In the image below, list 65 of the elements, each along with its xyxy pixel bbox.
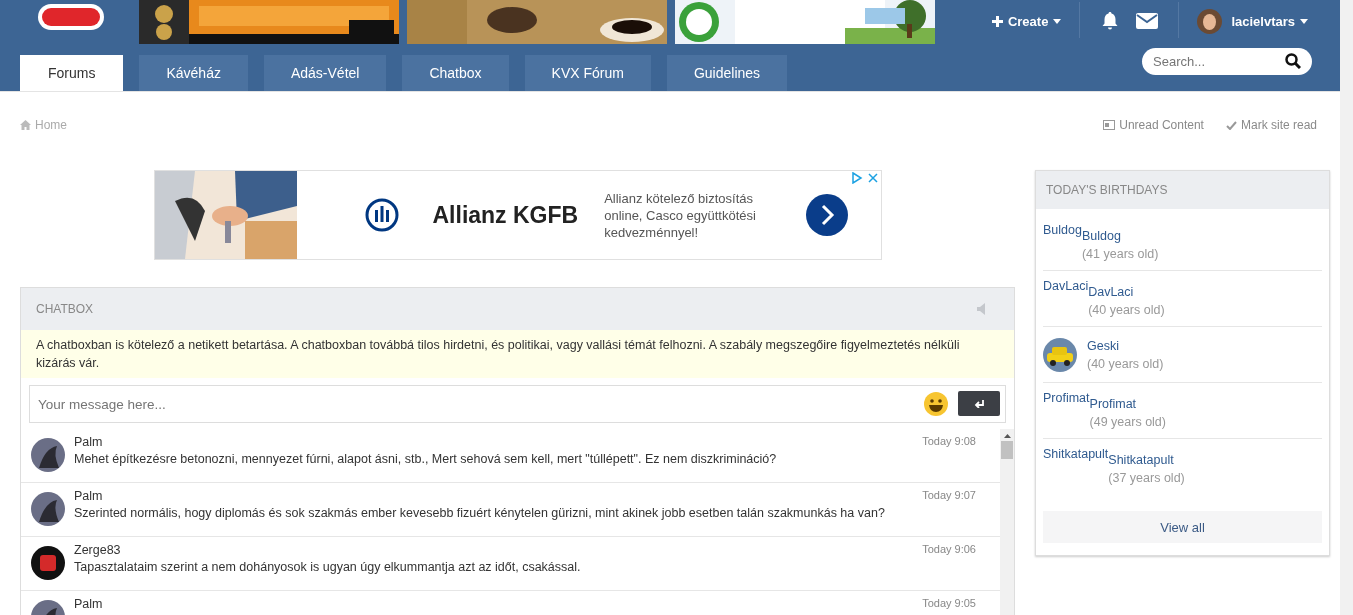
chat-message: Mehet építkezésre betonozni, mennyezet fúrni, alapot ásni, stb., Mert sehová sem kell, mert "túllépett". Ez nem diszkrimináció? — [74, 452, 778, 466]
birthday-username[interactable]: Profimat — [1089, 397, 1166, 411]
enter-icon — [974, 399, 984, 408]
age-text: (37 years old) — [1108, 471, 1185, 485]
ad-banner[interactable]: Allianz KGFB Allianz kötelező biztosítás online, Casco együttkötési kedvezménnyel! — [153, 170, 882, 260]
mark-read-link[interactable]: Mark site read — [1225, 118, 1317, 132]
nav-tab[interactable]: Guidelines — [666, 55, 788, 91]
allianz-logo-icon — [364, 198, 399, 232]
chat-message: Szerinted normális, hogy diplomás és sok szakmás ember kevesebb fizuért kénytelen gürizni, mint akinek jobb esetben talán szakmunkás ha van? — [74, 506, 886, 520]
search-icon[interactable] — [1285, 53, 1301, 69]
chat-username[interactable]: Palm — [74, 435, 103, 449]
nav-tab[interactable]: KVX Fórum — [524, 55, 651, 91]
avatar-icon[interactable] — [31, 546, 65, 580]
avatar-alt-text[interactable]: Profimat — [1043, 391, 1090, 405]
avatar-icon — [1197, 8, 1223, 34]
create-button[interactable]: Create — [985, 0, 1068, 42]
ad-text: Allianz kötelező biztosítás online, Casco együttkötési kedvezménnyel! — [604, 189, 757, 241]
avatar-icon[interactable] — [31, 438, 65, 472]
age-text: (41 years old) — [1081, 247, 1159, 261]
avatar-alt-text[interactable]: Buldog — [1043, 223, 1082, 237]
chat-username[interactable]: Palm — [74, 597, 103, 611]
car-avatar-icon[interactable] — [1043, 338, 1077, 372]
unread-content-link[interactable]: Unread Content — [1103, 118, 1204, 132]
nav-tab[interactable]: Kávéház — [139, 55, 248, 91]
chat-time: Today 9:05 — [922, 597, 977, 611]
age-text: (40 years old) — [1088, 303, 1165, 317]
birthday-username[interactable]: DavLaci — [1088, 285, 1165, 299]
birthday-username[interactable]: Buldog — [1081, 229, 1159, 243]
home-icon — [20, 120, 31, 130]
mail-icon[interactable] — [1136, 11, 1159, 31]
chat-time: Today 9:07 — [922, 489, 977, 503]
avatar-alt-text[interactable]: Shitkatapult — [1043, 447, 1109, 461]
caret-icon — [1053, 18, 1062, 24]
chat-message: Tapasztalataim szerint a nem dohányosok is ugyan úgy elkummantja azt az időt, csakással. — [74, 560, 582, 574]
search-field[interactable]: Search... — [1142, 48, 1312, 75]
checkmark-icon — [1225, 120, 1237, 130]
view-all-button[interactable]: View all — [1043, 511, 1322, 543]
plus-icon — [991, 15, 1003, 27]
chat-time: Today 9:08 — [922, 435, 977, 449]
ad-title: Allianz KGFB — [432, 201, 579, 229]
ad-choices-icon[interactable] — [850, 172, 879, 184]
birthday-username[interactable]: Shitkatapult — [1108, 453, 1185, 467]
birthday-username[interactable]: Geski — [1087, 339, 1164, 353]
age-text: (40 years old) — [1087, 357, 1164, 371]
scrollbar-thumb[interactable] — [1001, 441, 1013, 459]
nav-tab[interactable]: Adás-Vétel — [263, 55, 387, 91]
scrollbar[interactable] — [1000, 429, 1014, 615]
chatbox-notice: A chatboxban is kötelező a netikett betartása. A chatboxban továbbá tilos hirdetni, és politikai, vagy vallási témát felhozni. A szabály megszegőire figyelmeztetés nélküli kizárás vár. — [21, 330, 1014, 378]
avatar-icon[interactable] — [31, 492, 65, 526]
newspaper-icon — [1103, 120, 1116, 130]
birthdays-title: TODAY'S BIRTHDAYS — [1036, 171, 1329, 209]
user-menu[interactable]: lacielvtars — [1191, 0, 1314, 42]
avatar-alt-text[interactable]: DavLaci — [1043, 279, 1089, 293]
smiley-icon[interactable] — [924, 392, 948, 416]
caret-icon — [1300, 18, 1308, 24]
age-text: (49 years old) — [1089, 415, 1166, 429]
chat-username[interactable]: Zerge83 — [74, 543, 121, 557]
message-field[interactable]: Your message here... — [29, 385, 1006, 423]
chatbox-title: CHATBOX — [36, 302, 94, 316]
nav-tab[interactable]: Chatbox — [402, 55, 509, 91]
chat-username[interactable]: Palm — [74, 489, 103, 503]
send-button[interactable] — [958, 391, 1000, 416]
nav-tab[interactable]: Forums — [20, 55, 124, 91]
scroll-up-icon[interactable] — [1003, 433, 1011, 438]
chat-time: Today 9:06 — [922, 543, 977, 557]
